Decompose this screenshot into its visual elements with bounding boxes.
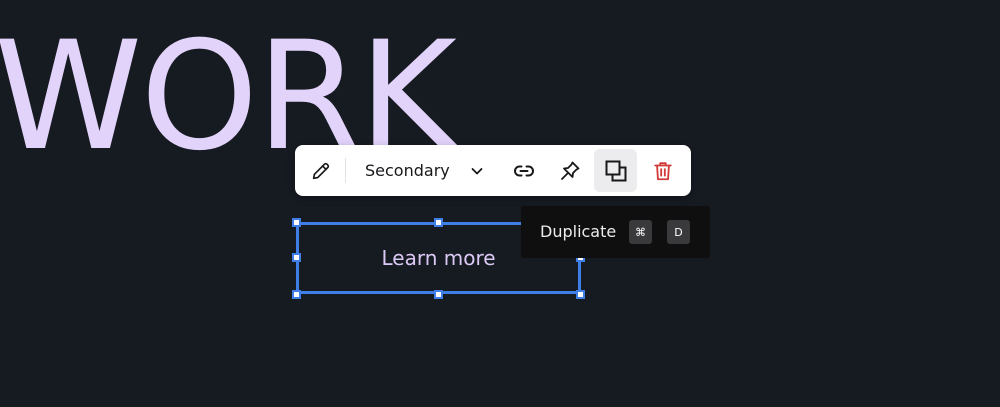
- variant-select[interactable]: Secondary: [353, 149, 493, 192]
- element-toolbar: Secondary: [295, 145, 691, 196]
- resize-handle-bottom-center[interactable]: [434, 290, 443, 299]
- resize-handle-bottom-left[interactable]: [292, 290, 301, 299]
- edit-button[interactable]: [301, 149, 341, 192]
- duplicate-button[interactable]: [594, 149, 637, 192]
- link-icon: [511, 158, 537, 184]
- toolbar-divider: [345, 158, 346, 183]
- shortcut-key-command: ⌘: [629, 220, 652, 244]
- duplicate-icon: [604, 159, 628, 183]
- resize-handle-top-left[interactable]: [292, 218, 301, 227]
- resize-handle-middle-left[interactable]: [292, 253, 301, 262]
- variant-select-value: Secondary: [365, 161, 450, 180]
- resize-handle-top-center[interactable]: [434, 218, 443, 227]
- design-canvas[interactable]: WORK Learn more Secondary Duplicate ⌘ D: [0, 0, 1000, 407]
- tooltip-label: Duplicate: [540, 222, 617, 241]
- trash-icon: [652, 160, 674, 182]
- pin-button[interactable]: [549, 149, 591, 192]
- shortcut-key-d: D: [667, 220, 690, 244]
- link-button[interactable]: [503, 149, 545, 192]
- pin-icon: [558, 159, 582, 183]
- duplicate-tooltip: Duplicate ⌘ D: [521, 206, 710, 258]
- pencil-icon: [310, 160, 332, 182]
- resize-handle-bottom-right[interactable]: [576, 290, 585, 299]
- chevron-down-icon: [469, 163, 485, 183]
- delete-button[interactable]: [642, 149, 684, 192]
